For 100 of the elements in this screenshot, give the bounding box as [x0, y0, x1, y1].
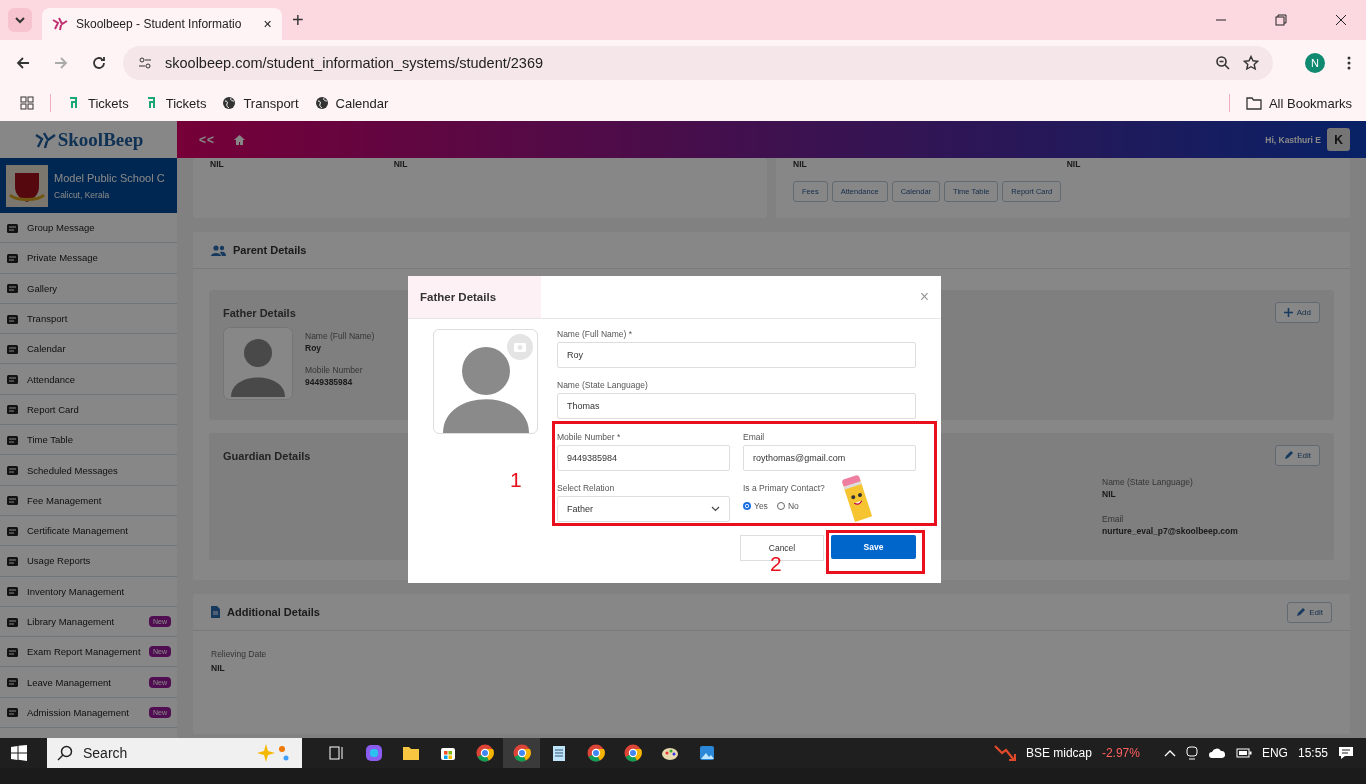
card-icon: [6, 464, 19, 476]
field-label: Is a Primary Contact?: [743, 483, 826, 493]
edit-button[interactable]: Edit: [1287, 601, 1332, 623]
school-location: Calicut, Kerala: [54, 189, 111, 200]
sidebar-item[interactable]: Usage Reports: [0, 546, 177, 577]
person-silhouette-icon: [223, 327, 293, 400]
tab-search-button[interactable]: [8, 8, 32, 32]
document-icon: [211, 606, 220, 618]
clock-time[interactable]: 15:55: [1297, 746, 1328, 760]
address-bar[interactable]: skoolbeep.com/student_information_systems/student/2369: [123, 45, 1273, 80]
full-name-input[interactable]: Roy: [557, 342, 916, 368]
site-settings-icon[interactable]: [137, 54, 153, 71]
card-icon: [6, 312, 19, 325]
collapse-sidebar-button[interactable]: <<: [199, 132, 215, 147]
profile-avatar[interactable]: N: [1305, 52, 1325, 73]
sidebar-item[interactable]: Attendance: [0, 364, 177, 395]
restore-icon[interactable]: [1275, 14, 1287, 26]
edit-button[interactable]: Edit: [1275, 445, 1320, 466]
sidebar-item[interactable]: Certificate Management: [0, 515, 177, 547]
sidebar-item[interactable]: Private Message: [0, 243, 177, 274]
bookmark-link[interactable]: Tickets: [67, 95, 129, 111]
card-icon: [6, 615, 19, 628]
card-icon: [6, 554, 19, 567]
radio-option[interactable]: No: [776, 501, 799, 511]
email-input[interactable]: roythomas@gmail.com: [743, 445, 916, 471]
card-title: Guardian Details: [223, 449, 311, 462]
add-button[interactable]: Add: [1274, 302, 1320, 323]
globe-icon: [314, 96, 329, 110]
sidebar-item[interactable]: Report Card: [0, 394, 177, 426]
photo-upload-box[interactable]: [433, 329, 538, 434]
all-bookmarks-link[interactable]: All Bookmarks: [1245, 95, 1352, 111]
field-value: NIL: [210, 159, 224, 169]
field-value: 9449385984: [305, 377, 354, 387]
browser-tab[interactable]: Skoolbeep - Student Informatio ✕: [42, 8, 282, 40]
sidebar-item[interactable]: Scheduled Messages: [0, 455, 177, 486]
sidebar-item[interactable]: Transport: [0, 303, 177, 335]
globe-icon: [222, 96, 237, 110]
field-label: Email: [1102, 514, 1125, 524]
stock-ticker-name[interactable]: BSE midcap: [1025, 746, 1092, 760]
annotation-number: 1: [510, 468, 522, 492]
card-icon: [6, 676, 19, 689]
state-language-name-input[interactable]: Thomas: [557, 393, 916, 419]
radio-button[interactable]: [743, 502, 751, 510]
close-button[interactable]: ×: [919, 288, 929, 306]
bookmark-link[interactable]: Calendar: [314, 95, 389, 111]
school-name: Model Public School C: [54, 171, 165, 184]
tab-close-button[interactable]: ✕: [263, 17, 272, 31]
chevron-down-icon: [711, 506, 720, 512]
user-greeting: Hi, Kasthuri E: [1265, 134, 1321, 145]
zoom-icon[interactable]: [1215, 54, 1231, 71]
apps-grid-icon[interactable]: [20, 96, 34, 110]
language-indicator[interactable]: ENG: [1261, 746, 1288, 760]
notification-icon[interactable]: [1338, 746, 1354, 760]
sidebar-item[interactable]: Time Table: [0, 425, 177, 456]
field-value: NIL: [211, 663, 226, 673]
mobile-number-input[interactable]: 9449385984: [557, 445, 730, 471]
field-label: Mobile Number: [305, 365, 364, 375]
pencil-icon: [1296, 607, 1306, 617]
back-icon[interactable]: [15, 54, 31, 71]
windows-start-icon[interactable]: [11, 745, 27, 761]
stock-ticker-change[interactable]: -2.97%: [1101, 746, 1140, 760]
chevron-down-icon: [14, 14, 26, 26]
chevron-up-icon[interactable]: [1163, 749, 1176, 757]
sidebar-item[interactable]: Calendar: [0, 334, 177, 365]
webcam-icon[interactable]: [1185, 746, 1198, 760]
relation-select[interactable]: Father: [557, 496, 730, 522]
battery-icon[interactable]: [1235, 748, 1252, 758]
radio-option[interactable]: Yes: [743, 501, 768, 511]
chrome-icon[interactable]: [503, 738, 540, 768]
taskbar-search-field[interactable]: Search: [47, 738, 302, 768]
card-icon: [6, 433, 19, 446]
card-icon: [6, 645, 19, 658]
field-value: NIL: [793, 159, 807, 169]
reload-icon[interactable]: [91, 54, 107, 71]
bookmark-link[interactable]: Tickets: [144, 95, 207, 111]
bookmark-link[interactable]: Transport: [222, 95, 299, 111]
sidebar-item[interactable]: Gallery: [0, 273, 177, 304]
card-icon: [6, 221, 19, 234]
card-icon: [6, 585, 19, 598]
card-icon: [6, 706, 19, 719]
sidebar-item[interactable]: Inventory Management: [0, 576, 177, 607]
card-title: Father Details: [223, 306, 296, 319]
field-label: Relieving Date: [211, 649, 268, 659]
user-avatar[interactable]: K: [1327, 128, 1350, 151]
pencil-icon: [1284, 451, 1294, 460]
cloud-icon[interactable]: [1207, 747, 1226, 759]
dialog-title: Father Details: [420, 291, 497, 303]
more-icon[interactable]: [1347, 54, 1351, 71]
sidebar-item[interactable]: Fee Management: [0, 485, 177, 516]
logo-icon: [52, 17, 68, 31]
card-icon: [6, 251, 19, 264]
home-icon[interactable]: [233, 133, 246, 146]
stock-chart-icon[interactable]: [993, 744, 1016, 762]
sidebar-item[interactable]: Group Message: [0, 213, 177, 244]
school-crest-icon: [6, 164, 48, 207]
star-icon[interactable]: [1243, 54, 1259, 71]
new-tab-button[interactable]: +: [292, 8, 304, 32]
save-button[interactable]: Save: [831, 535, 916, 559]
field-value: NIL: [1102, 489, 1117, 499]
close-icon[interactable]: [1335, 14, 1347, 26]
